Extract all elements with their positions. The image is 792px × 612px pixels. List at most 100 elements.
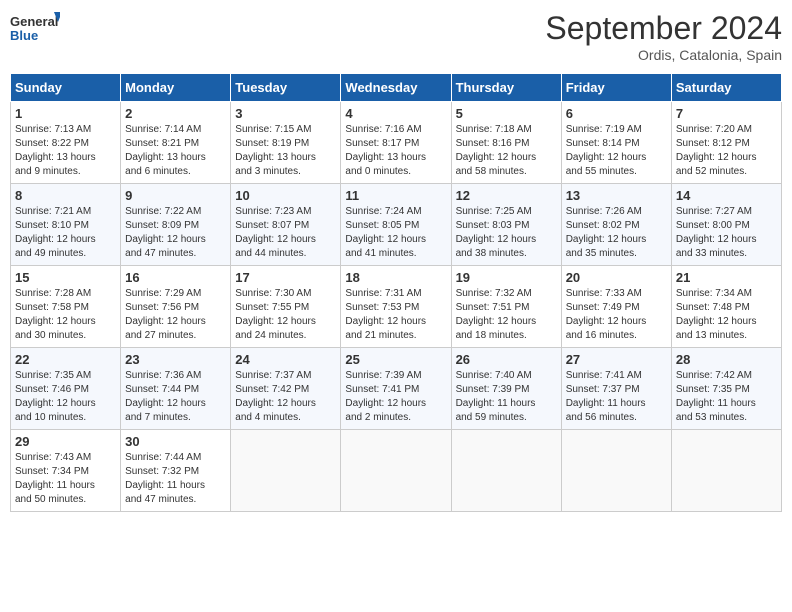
day-number: 23 [125,352,226,367]
day-info: Sunrise: 7:25 AMSunset: 8:03 PMDaylight:… [456,205,557,261]
day-number: 18 [345,270,446,285]
day-info: Sunrise: 7:29 AMSunset: 7:56 PMDaylight:… [125,287,226,343]
day-cell: 26 Sunrise: 7:40 AMSunset: 7:39 PMDayligh… [451,348,561,430]
day-cell: 23Sunrise: 7:36 AMSunset: 7:44 PMDayligh… [121,348,231,430]
day-info: Sunrise: 7:18 AMSunset: 8:16 PMDaylight:… [456,123,557,179]
week-row-2: 8 Sunrise: 7:21 AMSunset: 8:10 PMDaylight… [11,184,782,266]
day-number: 25 [345,352,446,367]
weekday-header-monday: Monday [121,74,231,102]
location-subtitle: Ordis, Catalonia, Spain [545,47,782,63]
day-number: 5 [456,106,557,121]
day-cell: 25 Sunrise: 7:39 AMSunset: 7:41 PMDayligh… [341,348,451,430]
weekday-header-wednesday: Wednesday [341,74,451,102]
month-title: September 2024 [545,10,782,47]
week-row-5: 29Sunrise: 7:43 AMSunset: 7:34 PMDayligh… [11,430,782,512]
day-info: Sunrise: 7:15 AMSunset: 8:19 PMDaylight:… [235,123,336,179]
day-cell [451,430,561,512]
day-number: 19 [456,270,557,285]
day-cell: 15 Sunrise: 7:28 AMSunset: 7:58 PMDayligh… [11,266,121,348]
svg-text:General: General [10,14,58,29]
day-info: Sunrise: 7:13 AMSunset: 8:22 PMDaylight:… [15,123,116,179]
day-number: 11 [345,188,446,203]
day-number: 30 [125,434,226,449]
day-number: 26 [456,352,557,367]
day-cell [341,430,451,512]
day-cell: 28 Sunrise: 7:42 AMSunset: 7:35 PMDayligh… [671,348,781,430]
day-info: Sunrise: 7:26 AMSunset: 8:02 PMDaylight:… [566,205,667,261]
day-cell: 13Sunrise: 7:26 AMSunset: 8:02 PMDayligh… [561,184,671,266]
day-info: Sunrise: 7:31 AMSunset: 7:53 PMDaylight:… [345,287,446,343]
day-cell: 11 Sunrise: 7:24 AMSunset: 8:05 PMDayligh… [341,184,451,266]
day-info: Sunrise: 7:21 AMSunset: 8:10 PMDaylight:… [15,205,116,261]
weekday-header-row: SundayMondayTuesdayWednesdayThursdayFrid… [11,74,782,102]
day-info: Sunrise: 7:39 AMSunset: 7:41 PMDaylight:… [345,369,446,425]
day-number: 9 [125,188,226,203]
day-number: 16 [125,270,226,285]
day-number: 12 [456,188,557,203]
day-info: Sunrise: 7:19 AMSunset: 8:14 PMDaylight:… [566,123,667,179]
day-info: Sunrise: 7:24 AMSunset: 8:05 PMDaylight:… [345,205,446,261]
day-info: Sunrise: 7:42 AMSunset: 7:35 PMDaylight:… [676,369,777,425]
day-cell: 12 Sunrise: 7:25 AMSunset: 8:03 PMDayligh… [451,184,561,266]
day-cell: 14 Sunrise: 7:27 AMSunset: 8:00 PMDayligh… [671,184,781,266]
day-cell: 1 Sunrise: 7:13 AMSunset: 8:22 PMDaylight… [11,102,121,184]
day-number: 8 [15,188,116,203]
day-number: 29 [15,434,116,449]
day-cell: 9 Sunrise: 7:22 AMSunset: 8:09 PMDaylight… [121,184,231,266]
day-cell: 29Sunrise: 7:43 AMSunset: 7:34 PMDayligh… [11,430,121,512]
day-cell: 5 Sunrise: 7:18 AMSunset: 8:16 PMDaylight… [451,102,561,184]
weekday-header-saturday: Saturday [671,74,781,102]
day-cell: 22Sunrise: 7:35 AMSunset: 7:46 PMDayligh… [11,348,121,430]
day-info: Sunrise: 7:28 AMSunset: 7:58 PMDaylight:… [15,287,116,343]
day-number: 1 [15,106,116,121]
day-info: Sunrise: 7:35 AMSunset: 7:46 PMDaylight:… [15,369,116,425]
day-number: 2 [125,106,226,121]
week-row-4: 22Sunrise: 7:35 AMSunset: 7:46 PMDayligh… [11,348,782,430]
day-cell: 7 Sunrise: 7:20 AMSunset: 8:12 PMDaylight… [671,102,781,184]
day-number: 15 [15,270,116,285]
day-cell: 19 Sunrise: 7:32 AMSunset: 7:51 PMDayligh… [451,266,561,348]
day-cell: 30 Sunrise: 7:44 AMSunset: 7:32 PMDayligh… [121,430,231,512]
day-info: Sunrise: 7:37 AMSunset: 7:42 PMDaylight:… [235,369,336,425]
weekday-header-tuesday: Tuesday [231,74,341,102]
day-cell [231,430,341,512]
day-number: 3 [235,106,336,121]
day-info: Sunrise: 7:34 AMSunset: 7:48 PMDaylight:… [676,287,777,343]
day-info: Sunrise: 7:20 AMSunset: 8:12 PMDaylight:… [676,123,777,179]
day-cell: 8 Sunrise: 7:21 AMSunset: 8:10 PMDaylight… [11,184,121,266]
day-number: 27 [566,352,667,367]
day-number: 14 [676,188,777,203]
day-cell: 18 Sunrise: 7:31 AMSunset: 7:53 PMDayligh… [341,266,451,348]
day-number: 24 [235,352,336,367]
day-info: Sunrise: 7:33 AMSunset: 7:49 PMDaylight:… [566,287,667,343]
day-cell: 16 Sunrise: 7:29 AMSunset: 7:56 PMDayligh… [121,266,231,348]
header: General Blue September 2024 Ordis, Catal… [10,10,782,63]
day-info: Sunrise: 7:32 AMSunset: 7:51 PMDaylight:… [456,287,557,343]
day-number: 20 [566,270,667,285]
day-info: Sunrise: 7:44 AMSunset: 7:32 PMDaylight:… [125,451,226,507]
logo: General Blue [10,10,60,55]
calendar-table: SundayMondayTuesdayWednesdayThursdayFrid… [10,73,782,512]
day-number: 10 [235,188,336,203]
weekday-header-sunday: Sunday [11,74,121,102]
day-cell: 17Sunrise: 7:30 AMSunset: 7:55 PMDayligh… [231,266,341,348]
day-cell: 3 Sunrise: 7:15 AMSunset: 8:19 PMDaylight… [231,102,341,184]
week-row-1: 1 Sunrise: 7:13 AMSunset: 8:22 PMDaylight… [11,102,782,184]
title-area: September 2024 Ordis, Catalonia, Spain [545,10,782,63]
day-info: Sunrise: 7:27 AMSunset: 8:00 PMDaylight:… [676,205,777,261]
logo-svg: General Blue [10,10,60,55]
day-info: Sunrise: 7:22 AMSunset: 8:09 PMDaylight:… [125,205,226,261]
day-number: 7 [676,106,777,121]
day-number: 28 [676,352,777,367]
week-row-3: 15 Sunrise: 7:28 AMSunset: 7:58 PMDayligh… [11,266,782,348]
day-cell: 24 Sunrise: 7:37 AMSunset: 7:42 PMDayligh… [231,348,341,430]
svg-text:Blue: Blue [10,28,38,43]
day-cell: 6 Sunrise: 7:19 AMSunset: 8:14 PMDaylight… [561,102,671,184]
day-info: Sunrise: 7:30 AMSunset: 7:55 PMDaylight:… [235,287,336,343]
day-number: 4 [345,106,446,121]
day-info: Sunrise: 7:40 AMSunset: 7:39 PMDaylight:… [456,369,557,425]
day-info: Sunrise: 7:14 AMSunset: 8:21 PMDaylight:… [125,123,226,179]
day-cell: 21Sunrise: 7:34 AMSunset: 7:48 PMDayligh… [671,266,781,348]
day-number: 6 [566,106,667,121]
day-cell: 20 Sunrise: 7:33 AMSunset: 7:49 PMDayligh… [561,266,671,348]
